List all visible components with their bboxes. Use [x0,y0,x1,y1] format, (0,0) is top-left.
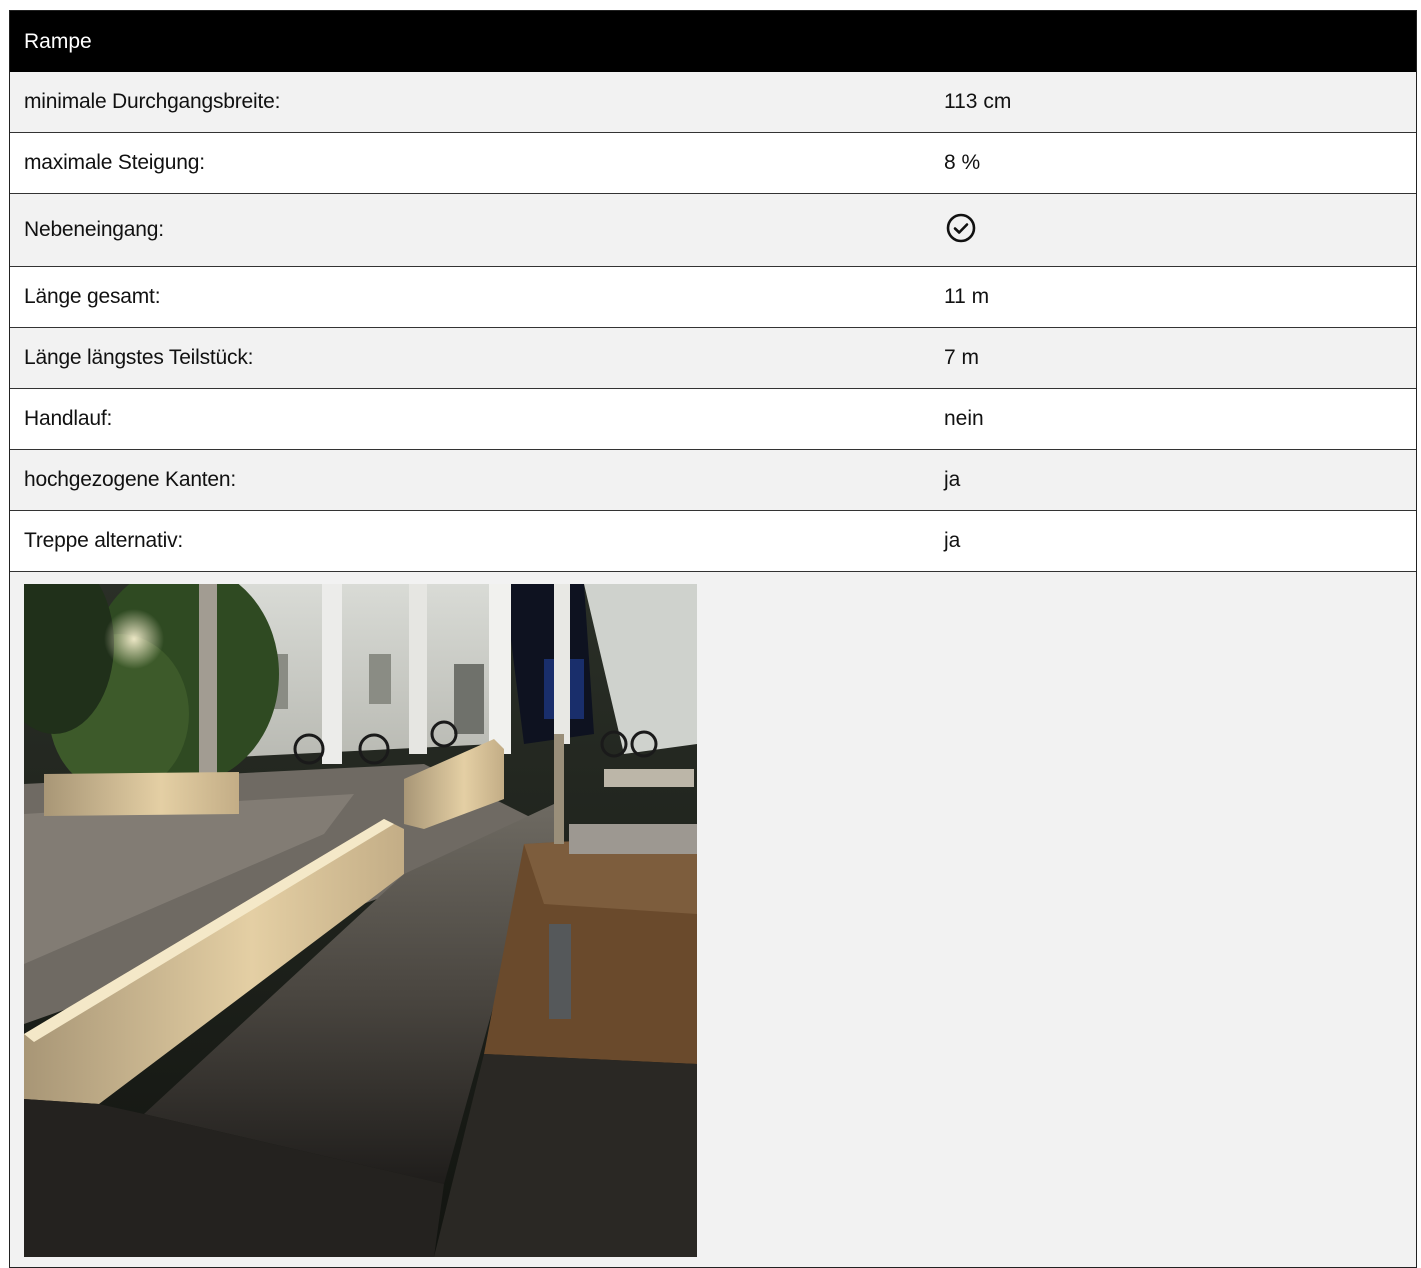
row-value: 11 m [944,285,990,308]
check-circle-icon [946,213,976,243]
section-header: Rampe [10,11,1416,72]
row-label: Nebeneingang: [24,218,164,241]
ramp-details-table: Rampe minimale Durchgangsbreite: 113 cm … [9,10,1417,1268]
section-title: Rampe [24,29,92,53]
row-label: Treppe alternativ: [24,529,184,552]
row-value: ja [944,468,961,491]
row-value: 8 % [944,151,981,174]
row-label: maximale Steigung: [24,151,205,174]
table-row-min-width: minimale Durchgangsbreite: 113 cm [10,72,1416,133]
row-label: Länge längstes Teilstück: [24,346,254,369]
row-value: 113 cm [944,90,1012,113]
row-value [944,213,1416,247]
table-row-alternative-stairs: Treppe alternativ: ja [10,511,1416,572]
table-row-total-length: Länge gesamt: 11 m [10,267,1416,328]
row-label: Länge gesamt: [24,285,161,308]
row-value: ja [944,529,961,552]
row-value: nein [944,407,984,430]
row-label: minimale Durchgangsbreite: [24,90,281,113]
row-value: 7 m [944,346,980,369]
table-row-side-entrance: Nebeneingang: [10,194,1416,267]
photo-row [10,572,1416,1267]
table-row-raised-edges: hochgezogene Kanten: ja [10,450,1416,511]
table-row-longest-segment: Länge längstes Teilstück: 7 m [10,328,1416,389]
table-row-max-slope: maximale Steigung: 8 % [10,133,1416,194]
table-row-handrail: Handlauf: nein [10,389,1416,450]
ramp-photo[interactable] [24,584,697,1257]
row-label: hochgezogene Kanten: [24,468,237,491]
row-label: Handlauf: [24,407,113,430]
